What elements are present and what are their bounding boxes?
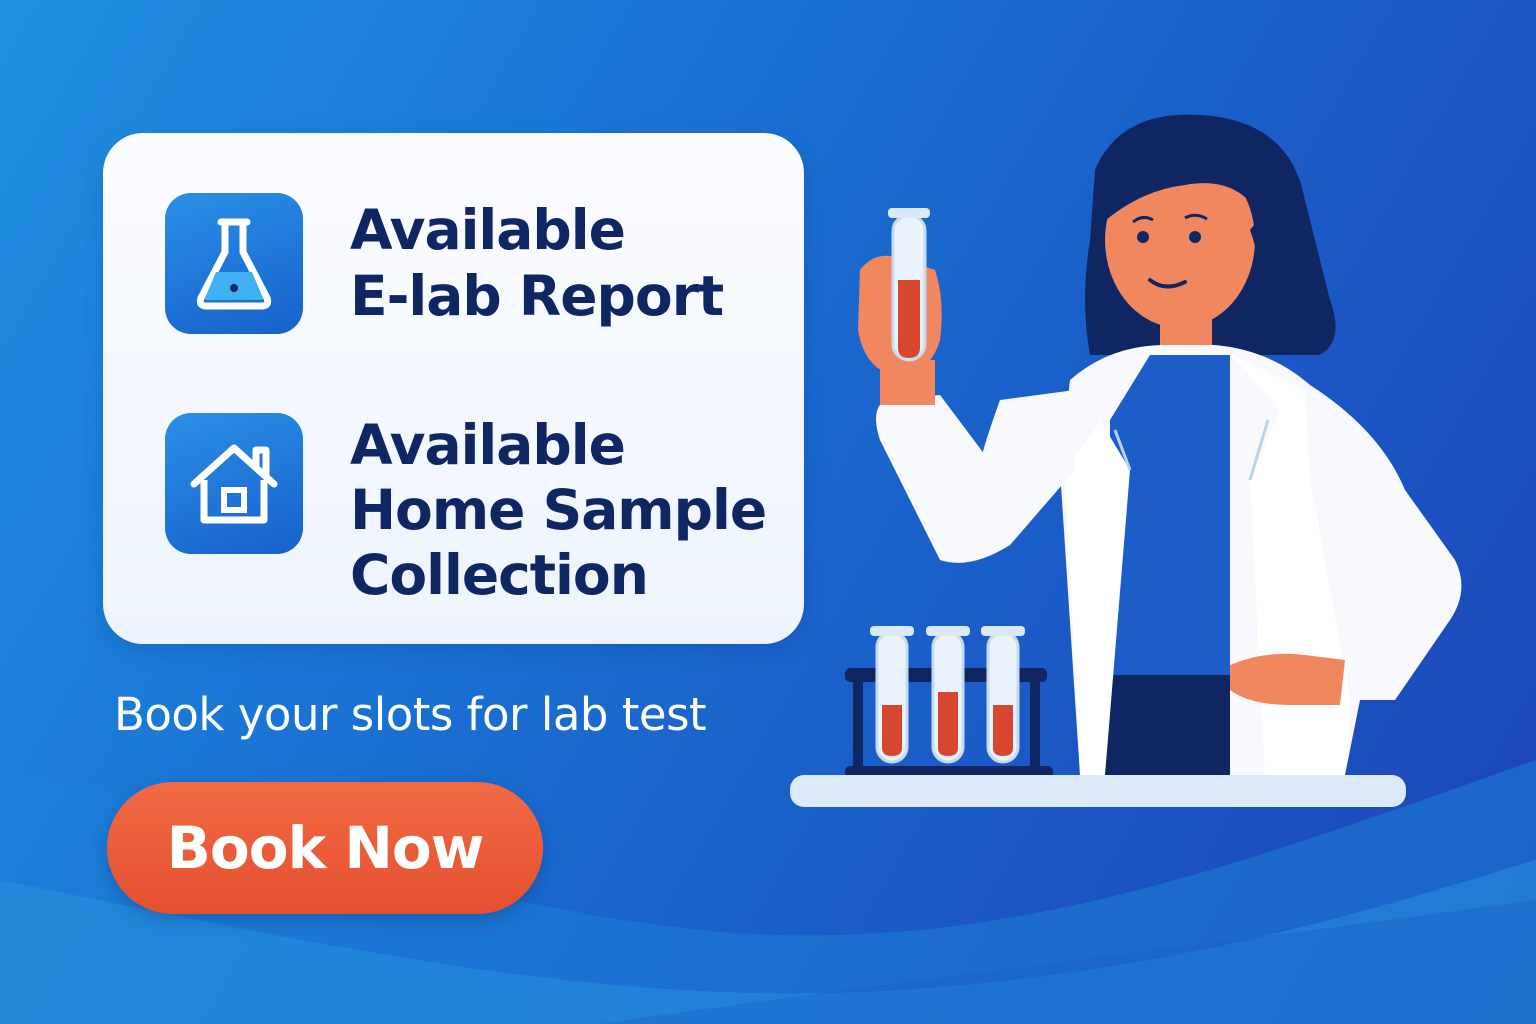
feature-elab-report-text: Available E-lab Report (350, 197, 724, 329)
tagline: Book your slots for lab test (114, 688, 707, 741)
house-icon-tile (165, 413, 303, 554)
flask-icon-tile (165, 193, 303, 334)
scientist-illustration (790, 114, 1462, 807)
feature-home-sample: Available Home Sample Collection (165, 413, 767, 608)
feature-line: Home Sample (350, 478, 767, 542)
feature-line: Available (350, 413, 626, 477)
feature-line: E-lab Report (350, 264, 724, 328)
feature-elab-report: Available E-lab Report (165, 193, 724, 334)
test-tube-rack (870, 626, 1025, 764)
feature-line: Collection (350, 543, 649, 607)
house-icon (190, 444, 278, 523)
features-card: Available E-lab Report Available Home Sa… (103, 133, 804, 644)
feature-line: Available (350, 198, 626, 262)
flask-icon (196, 218, 272, 309)
feature-home-sample-text: Available Home Sample Collection (350, 413, 767, 608)
book-now-button[interactable]: Book Now (107, 782, 543, 914)
